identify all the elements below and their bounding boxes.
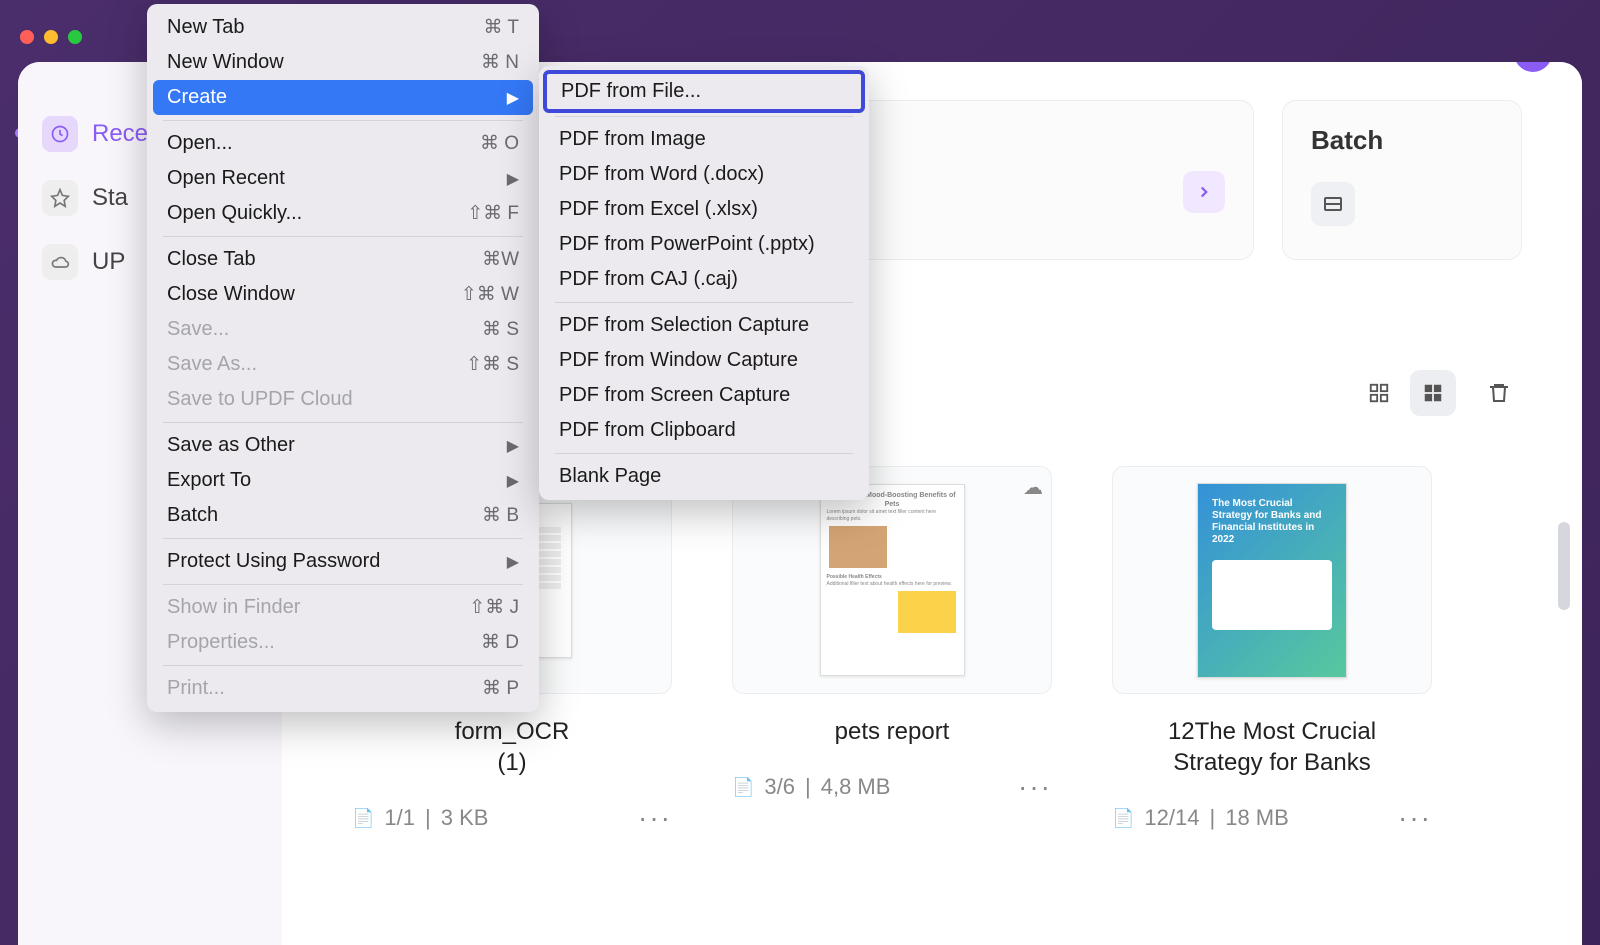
file-thumbnail: ☁ Health and Mood-Boosting Benefits of P… bbox=[732, 466, 1052, 694]
scanner-icon bbox=[1311, 182, 1355, 226]
submenu-item-pdf-from-screen-capture[interactable]: PDF from Screen Capture bbox=[545, 378, 863, 413]
sidebar-item-label: UP bbox=[92, 248, 125, 276]
minimize-window-icon[interactable] bbox=[44, 30, 58, 44]
submenu-item-pdf-from-excel[interactable]: PDF from Excel (.xlsx) bbox=[545, 192, 863, 227]
chevron-right-icon: ▶ bbox=[507, 471, 519, 491]
submenu-item-pdf-from-caj[interactable]: PDF from CAJ (.caj) bbox=[545, 262, 863, 297]
chevron-right-icon: ▶ bbox=[507, 88, 519, 108]
submenu-item-pdf-from-file[interactable]: PDF from File... bbox=[543, 70, 865, 113]
trash-button[interactable] bbox=[1476, 370, 1522, 416]
menu-separator bbox=[163, 422, 523, 423]
submenu-item-pdf-from-word[interactable]: PDF from Word (.docx) bbox=[545, 157, 863, 192]
menu-separator bbox=[555, 453, 853, 454]
batch-card[interactable]: Batch bbox=[1282, 100, 1522, 260]
menu-item-print: Print... ⌘ P bbox=[153, 671, 533, 706]
menu-separator bbox=[163, 584, 523, 585]
submenu-item-pdf-from-window-capture[interactable]: PDF from Window Capture bbox=[545, 343, 863, 378]
menu-item-open[interactable]: Open... ⌘ O bbox=[153, 126, 533, 161]
page-icon: 📄 bbox=[352, 808, 374, 829]
menu-item-export-to[interactable]: Export To ▶ bbox=[153, 463, 533, 498]
menu-item-properties: Properties... ⌘ D bbox=[153, 625, 533, 660]
more-button[interactable]: ··· bbox=[1398, 802, 1432, 834]
file-card-banks-strategy[interactable]: The Most Crucial Strategy for Banks and … bbox=[1112, 466, 1432, 834]
menu-separator bbox=[555, 116, 853, 117]
submenu-item-pdf-from-image[interactable]: PDF from Image bbox=[545, 122, 863, 157]
menu-item-close-tab[interactable]: Close Tab ⌘W bbox=[153, 242, 533, 277]
more-button[interactable]: ··· bbox=[638, 802, 672, 834]
menu-item-protect-password[interactable]: Protect Using Password ▶ bbox=[153, 544, 533, 579]
chevron-right-icon: ▶ bbox=[507, 169, 519, 189]
batch-title: Batch bbox=[1311, 125, 1493, 156]
grid-large-view-button[interactable] bbox=[1410, 370, 1456, 416]
close-window-icon[interactable] bbox=[20, 30, 34, 44]
chevron-right-icon: ▶ bbox=[507, 436, 519, 456]
file-card-pets-report[interactable]: ☁ Health and Mood-Boosting Benefits of P… bbox=[732, 466, 1052, 834]
file-menu: New Tab ⌘ T New Window ⌘ N Create ▶ Open… bbox=[147, 4, 539, 712]
menu-item-new-tab[interactable]: New Tab ⌘ T bbox=[153, 10, 533, 45]
menu-item-batch[interactable]: Batch ⌘ B bbox=[153, 498, 533, 533]
menu-item-save-to-cloud: Save to UPDF Cloud bbox=[153, 382, 533, 417]
file-name: form_OCR (1) bbox=[352, 716, 672, 778]
fullscreen-window-icon[interactable] bbox=[68, 30, 82, 44]
scrollbar[interactable] bbox=[1558, 522, 1570, 610]
file-thumbnail: The Most Crucial Strategy for Banks and … bbox=[1112, 466, 1432, 694]
file-name: pets report bbox=[732, 716, 1052, 747]
cloud-icon bbox=[42, 244, 78, 280]
menu-separator bbox=[555, 302, 853, 303]
view-toggle bbox=[1356, 370, 1456, 416]
menu-item-open-quickly[interactable]: Open Quickly... ⇧⌘ F bbox=[153, 196, 533, 231]
menu-item-close-window[interactable]: Close Window ⇧⌘ W bbox=[153, 277, 533, 312]
menu-item-save-as: Save As... ⇧⌘ S bbox=[153, 347, 533, 382]
menu-separator bbox=[163, 236, 523, 237]
clock-icon bbox=[42, 116, 78, 152]
page-icon: 📄 bbox=[732, 777, 754, 798]
cloud-sync-icon: ☁ bbox=[1023, 475, 1043, 500]
submenu-item-pdf-from-clipboard[interactable]: PDF from Clipboard bbox=[545, 413, 863, 448]
menu-separator bbox=[163, 665, 523, 666]
menu-item-create[interactable]: Create ▶ bbox=[153, 80, 533, 115]
menu-separator bbox=[163, 538, 523, 539]
menu-item-show-in-finder: Show in Finder ⇧⌘ J bbox=[153, 590, 533, 625]
file-meta: 📄 12/14 | 18 MB ··· bbox=[1112, 802, 1432, 834]
submenu-item-pdf-from-powerpoint[interactable]: PDF from PowerPoint (.pptx) bbox=[545, 227, 863, 262]
menu-separator bbox=[163, 120, 523, 121]
menu-item-save-as-other[interactable]: Save as Other ▶ bbox=[153, 428, 533, 463]
avatar[interactable]: T bbox=[1514, 62, 1552, 72]
create-submenu: PDF from File... PDF from Image PDF from… bbox=[539, 66, 869, 500]
menu-item-open-recent[interactable]: Open Recent ▶ bbox=[153, 161, 533, 196]
submenu-item-blank-page[interactable]: Blank Page bbox=[545, 459, 863, 494]
chevron-right-icon: ▶ bbox=[507, 552, 519, 572]
submenu-item-pdf-from-selection-capture[interactable]: PDF from Selection Capture bbox=[545, 308, 863, 343]
menu-item-save: Save... ⌘ S bbox=[153, 312, 533, 347]
open-file-plus-button[interactable] bbox=[1183, 171, 1225, 213]
file-meta: 📄 3/6 | 4,8 MB ··· bbox=[732, 771, 1052, 803]
more-button[interactable]: ··· bbox=[1018, 771, 1052, 803]
menu-item-new-window[interactable]: New Window ⌘ N bbox=[153, 45, 533, 80]
star-icon bbox=[42, 180, 78, 216]
file-meta: 📄 1/1 | 3 KB ··· bbox=[352, 802, 672, 834]
sidebar-item-label: Sta bbox=[92, 184, 128, 212]
file-name: 12The Most Crucial Strategy for Banks bbox=[1112, 716, 1432, 778]
grid-small-view-button[interactable] bbox=[1356, 370, 1402, 416]
page-icon: 📄 bbox=[1112, 808, 1134, 829]
window-traffic-lights[interactable] bbox=[20, 30, 82, 44]
